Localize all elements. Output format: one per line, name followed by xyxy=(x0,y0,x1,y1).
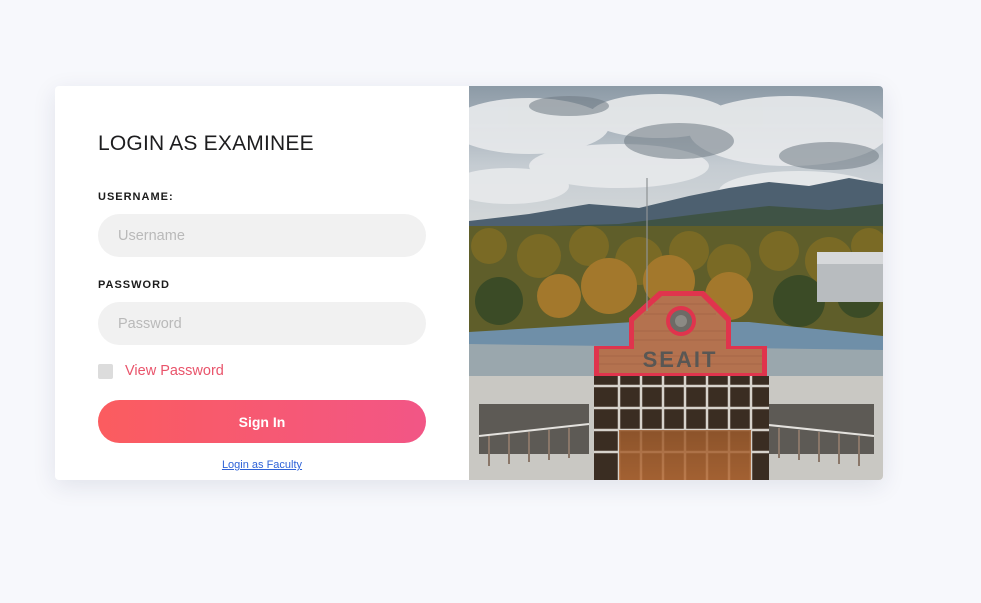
login-card: LOGIN AS EXAMINEE USERNAME: PASSWORD Vie… xyxy=(55,86,883,480)
view-password-checkbox[interactable]: View Password xyxy=(98,363,224,379)
building-sign-text: SEAIT xyxy=(643,347,718,372)
login-as-faculty-link[interactable]: Login as Faculty xyxy=(55,459,469,471)
login-form: LOGIN AS EXAMINEE USERNAME: PASSWORD Vie… xyxy=(55,86,469,480)
campus-photo: SEAIT xyxy=(469,86,883,480)
username-input[interactable] xyxy=(98,214,426,257)
campus-building-image: SEAIT xyxy=(469,86,883,480)
sign-in-button[interactable]: Sign In xyxy=(98,400,426,443)
password-input[interactable] xyxy=(98,302,426,345)
password-label: PASSWORD xyxy=(98,279,170,291)
page-title: LOGIN AS EXAMINEE xyxy=(98,132,314,155)
username-label: USERNAME: xyxy=(98,191,174,203)
checkbox-icon[interactable] xyxy=(98,363,113,379)
view-password-label[interactable]: View Password xyxy=(125,363,224,379)
